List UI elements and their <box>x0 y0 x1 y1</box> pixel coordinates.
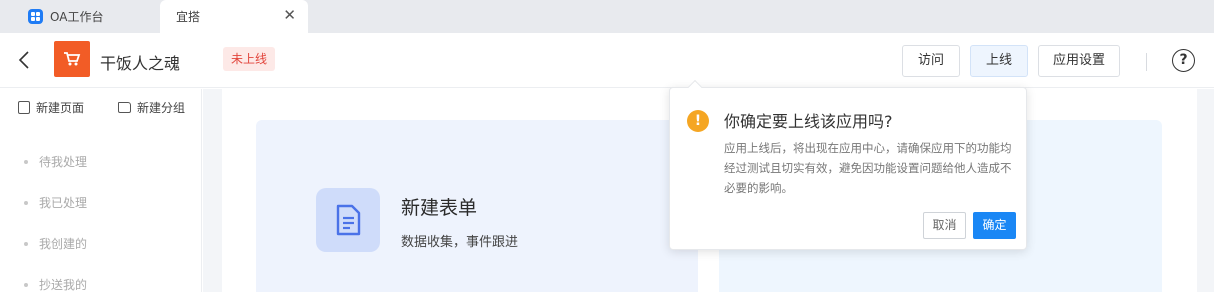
tab-yida[interactable]: 宜搭 ✕ <box>160 0 308 33</box>
new-group-label: 新建分组 <box>137 101 186 115</box>
tab-label: 宜搭 <box>176 10 201 24</box>
divider <box>1146 53 1147 71</box>
sidebar-item-label: 抄送我的 <box>39 278 88 292</box>
folder-add-icon <box>118 102 131 113</box>
sidebar-item-processed[interactable]: 我已处理 <box>24 194 87 211</box>
app-settings-button[interactable]: 应用设置 <box>1038 45 1120 77</box>
sidebar-item-label: 待我处理 <box>39 155 88 169</box>
bullet-icon <box>24 200 28 205</box>
app-name: 干饭人之魂 <box>100 54 181 73</box>
form-document-icon <box>316 188 380 252</box>
confirm-button[interactable]: 确定 <box>973 212 1016 239</box>
card-subtitle: 数据收集，事件跟进 <box>401 235 519 250</box>
browser-tab-bar: OA工作台 宜搭 ✕ <box>0 0 1214 33</box>
publish-button[interactable]: 上线 <box>970 45 1028 77</box>
new-group-button[interactable]: 新建分组 <box>118 99 185 116</box>
bullet-icon <box>24 282 28 287</box>
cancel-button[interactable]: 取消 <box>923 212 966 239</box>
app-header: 干饭人之魂 未上线 访问 上线 应用设置 ? <box>0 33 1214 88</box>
popover-title: 你确定要上线该应用吗? <box>724 112 893 131</box>
close-icon[interactable]: ✕ <box>283 8 296 23</box>
popover-message: 应用上线后，将出现在应用中心，请确保应用下的功能均经过测试且切实有效，避免因功能… <box>724 141 1012 195</box>
new-page-label: 新建页面 <box>36 101 85 115</box>
new-page-icon <box>18 101 30 114</box>
oa-app-icon <box>28 9 43 24</box>
bullet-icon <box>24 159 28 164</box>
sidebar-item-label: 我已处理 <box>39 196 88 210</box>
shopping-cart-icon <box>64 52 81 66</box>
sidebar-item-pending[interactable]: 待我处理 <box>24 153 87 170</box>
warning-icon: ! <box>687 110 709 132</box>
sidebar-item-cc[interactable]: 抄送我的 <box>24 276 87 292</box>
sidebar: 新建页面 新建分组 待我处理 我已处理 我创建的 抄送我的 <box>0 89 202 292</box>
bullet-icon <box>24 241 28 246</box>
status-badge: 未上线 <box>223 47 276 71</box>
back-arrow-icon[interactable] <box>15 49 35 71</box>
tab-label: OA工作台 <box>50 10 104 24</box>
tab-oa-workbench[interactable]: OA工作台 <box>0 0 160 33</box>
sidebar-item-created[interactable]: 我创建的 <box>24 235 87 252</box>
visit-button[interactable]: 访问 <box>902 45 960 77</box>
new-page-button[interactable]: 新建页面 <box>18 99 84 116</box>
help-icon[interactable]: ? <box>1172 49 1195 72</box>
publish-confirm-popover: ! 你确定要上线该应用吗? 应用上线后，将出现在应用中心，请确保应用下的功能均经… <box>669 79 1027 250</box>
card-title: 新建表单 <box>401 197 478 219</box>
sidebar-item-label: 我创建的 <box>39 237 88 251</box>
app-logo <box>54 41 90 77</box>
